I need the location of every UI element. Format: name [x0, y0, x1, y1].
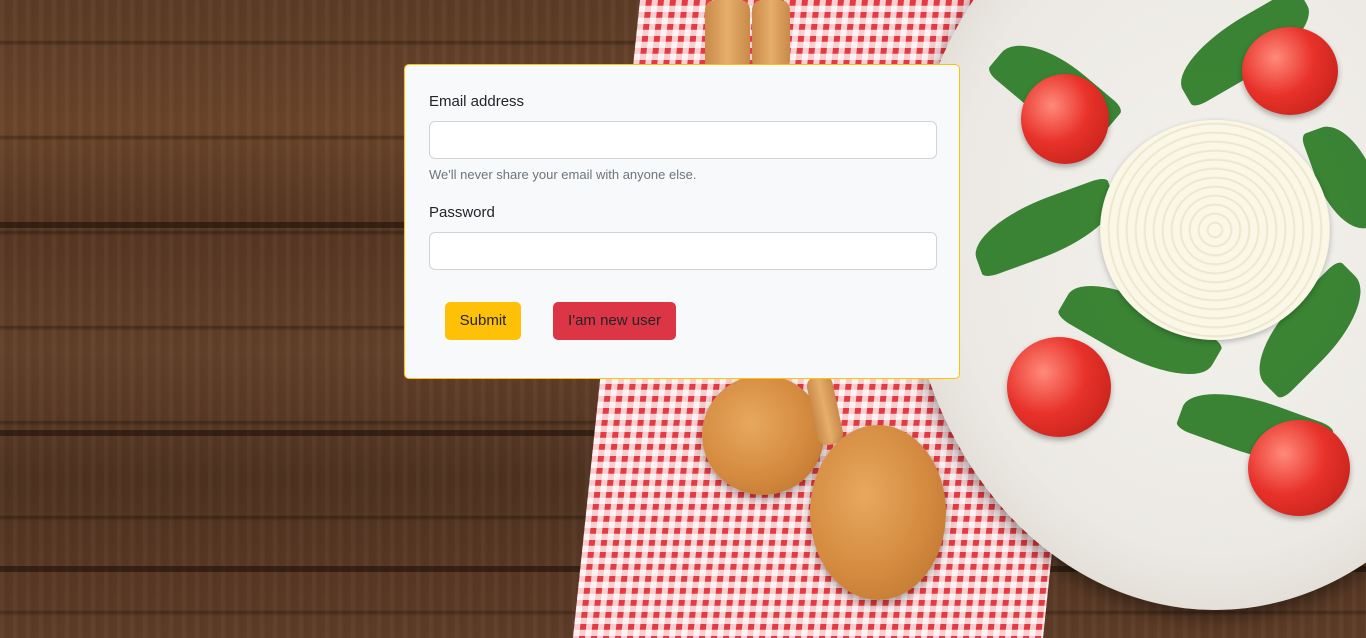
cherry-tomato [1248, 420, 1350, 516]
email-label: Email address [429, 93, 525, 110]
wooden-spoon-handle [752, 0, 790, 70]
wooden-spoon-image [702, 375, 824, 495]
cherry-tomato [1007, 337, 1111, 437]
cherry-tomato [1021, 74, 1109, 164]
password-input[interactable] [429, 232, 937, 270]
mozzarella-cheese [1100, 120, 1330, 340]
wooden-spoon-image [810, 425, 946, 600]
login-page: Email address We'll never share your ema… [0, 0, 1366, 638]
email-input[interactable] [429, 121, 937, 159]
login-card: Email address We'll never share your ema… [404, 64, 960, 379]
email-help-text: We'll never share your email with anyone… [429, 167, 697, 182]
wooden-spoon-handle [705, 0, 750, 70]
new-user-button[interactable]: I'am new user [553, 302, 676, 340]
cherry-tomato [1242, 27, 1338, 115]
password-label: Password [429, 204, 495, 221]
submit-button[interactable]: Submit [445, 302, 521, 340]
